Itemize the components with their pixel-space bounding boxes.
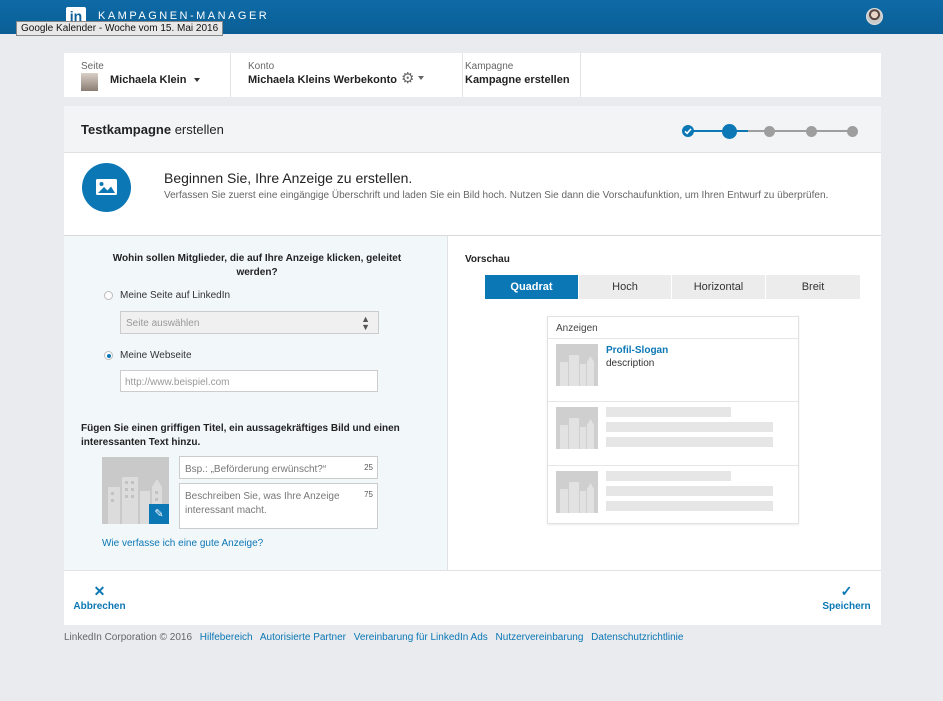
select-arrows-icon: ▲ ▼ (361, 314, 370, 332)
intro-text: Verfassen Sie zuerst eine eingängige Übe… (164, 190, 829, 201)
window-tooltip: Google Kalender - Woche vom 15. Mai 2016 (16, 21, 224, 36)
ad-preview-description: description (606, 358, 655, 369)
building-placeholder-icon (556, 471, 598, 513)
page-footer: LinkedIn Corporation © 2016 Hilfebereich… (64, 632, 688, 643)
step-completed-check-icon (682, 125, 694, 137)
title-char-counter: 25 (364, 463, 373, 472)
description-char-counter: 75 (364, 490, 373, 499)
website-url-input[interactable]: http://www.beispiel.com (120, 370, 378, 392)
step-pending (847, 125, 858, 137)
divider (548, 338, 798, 339)
cancel-button[interactable]: ✕ Abbrechen (73, 583, 126, 612)
breadcrumb-page-label: Seite (81, 61, 104, 72)
ad-form-pane: Wohin sollen Mitglieder, die auf Ihre An… (64, 236, 448, 570)
campaign-card: Testkampagne erstellen Beginnen Sie, Ihr… (64, 106, 881, 625)
ad-preview-slogan: Profil-Slogan (606, 345, 669, 356)
ad-description-placeholder: Beschreiben Sie, was Ihre Anzeige intere… (185, 491, 340, 516)
divider (548, 465, 798, 466)
ad-title-input[interactable]: Bsp.: „Beförderung erwünscht?“ 25 (179, 456, 378, 479)
tab-breit[interactable]: Breit (766, 275, 860, 299)
breadcrumb-account-label: Konto (248, 61, 275, 72)
intro-section: Beginnen Sie, Ihre Anzeige zu erstellen.… (64, 154, 881, 236)
save-button-label: Speichern (822, 601, 871, 612)
page-title: Testkampagne erstellen (81, 122, 224, 137)
tab-horizontal[interactable]: Horizontal (672, 275, 766, 299)
breadcrumb: Seite Michaela Klein Konto Michaela Klei… (64, 53, 881, 97)
footer-link-user-agreement[interactable]: Nutzervereinbarung (496, 632, 584, 643)
cancel-button-label: Abbrechen (73, 601, 126, 612)
breadcrumb-account[interactable]: Konto Michaela Kleins Werbekonto ⚙ (231, 53, 463, 97)
radio-linkedin-page-label[interactable]: Meine Seite auf LinkedIn (120, 290, 230, 301)
close-icon: ✕ (93, 583, 106, 599)
placeholder-text-bar (606, 437, 773, 447)
ad-writing-help-link[interactable]: Wie verfasse ich eine gute Anzeige? (102, 538, 263, 549)
destination-question: Wohin sollen Mitglieder, die auf Ihre An… (112, 253, 402, 278)
footer-link-help[interactable]: Hilfebereich (200, 632, 253, 643)
breadcrumb-campaign: Kampagne Kampagne erstellen (463, 53, 581, 97)
copyright: LinkedIn Corporation © 2016 (64, 632, 193, 643)
chevron-down-icon[interactable] (418, 76, 424, 80)
save-button[interactable]: ✓ Speichern (820, 583, 873, 612)
chevron-down-icon[interactable] (194, 78, 200, 82)
progress-stepper (682, 124, 862, 139)
pencil-icon[interactable]: ✎ (149, 504, 169, 524)
divider (548, 401, 798, 402)
preview-format-tabs: Quadrat Hoch Horizontal Breit (485, 275, 860, 299)
gear-icon[interactable]: ⚙ (401, 69, 414, 87)
ad-description-input[interactable]: Beschreiben Sie, was Ihre Anzeige intere… (179, 483, 378, 529)
ad-title-placeholder: Bsp.: „Beförderung erwünscht?“ (185, 464, 327, 475)
footer-link-privacy[interactable]: Datenschutzrichtlinie (591, 632, 683, 643)
radio-website[interactable] (104, 351, 113, 360)
footer-link-ads-agreement[interactable]: Vereinbarung für LinkedIn Ads (354, 632, 488, 643)
step-pending (806, 125, 817, 137)
tab-quadrat[interactable]: Quadrat (485, 275, 579, 299)
intro-title: Beginnen Sie, Ihre Anzeige zu erstellen. (164, 170, 413, 186)
tab-hoch[interactable]: Hoch (579, 275, 672, 299)
footer-link-partners[interactable]: Autorisierte Partner (260, 632, 346, 643)
step-current (722, 124, 737, 139)
breadcrumb-page-value: Michaela Klein (110, 74, 187, 86)
breadcrumb-account-value: Michaela Kleins Werbekonto (248, 74, 397, 86)
preview-label: Vorschau (465, 254, 510, 265)
card-header: Testkampagne erstellen (64, 106, 881, 153)
page-select-placeholder: Seite auswählen (126, 318, 200, 329)
ad-image-upload[interactable]: ✎ (102, 457, 169, 524)
breadcrumb-page[interactable]: Seite Michaela Klein (64, 53, 231, 97)
placeholder-text-bar (606, 422, 773, 432)
step-pending (764, 125, 775, 137)
content-heading: Fügen Sie einen griffigen Titel, ein aus… (81, 423, 400, 448)
radio-website-label[interactable]: Meine Webseite (120, 350, 192, 361)
building-placeholder-icon (556, 344, 598, 386)
page-select[interactable]: Seite auswählen ▲ ▼ (120, 311, 379, 334)
ads-heading: Anzeigen (556, 323, 598, 334)
placeholder-text-bar (606, 486, 773, 496)
ad-preview-box: Anzeigen Profil-Slogan description (547, 316, 799, 524)
checkmark-icon: ✓ (840, 583, 853, 599)
placeholder-text-bar (606, 501, 773, 511)
page-avatar (81, 73, 98, 91)
placeholder-text-bar (606, 407, 731, 417)
breadcrumb-campaign-label: Kampagne (465, 61, 514, 72)
breadcrumb-campaign-value: Kampagne erstellen (465, 74, 570, 86)
placeholder-text-bar (606, 471, 731, 481)
user-avatar[interactable] (866, 8, 883, 25)
radio-linkedin-page[interactable] (104, 291, 113, 300)
card-actions: ✕ Abbrechen ✓ Speichern (64, 570, 881, 625)
preview-pane: Vorschau Quadrat Hoch Horizontal Breit A… (449, 236, 881, 570)
image-icon (82, 163, 131, 212)
building-placeholder-icon (556, 407, 598, 449)
